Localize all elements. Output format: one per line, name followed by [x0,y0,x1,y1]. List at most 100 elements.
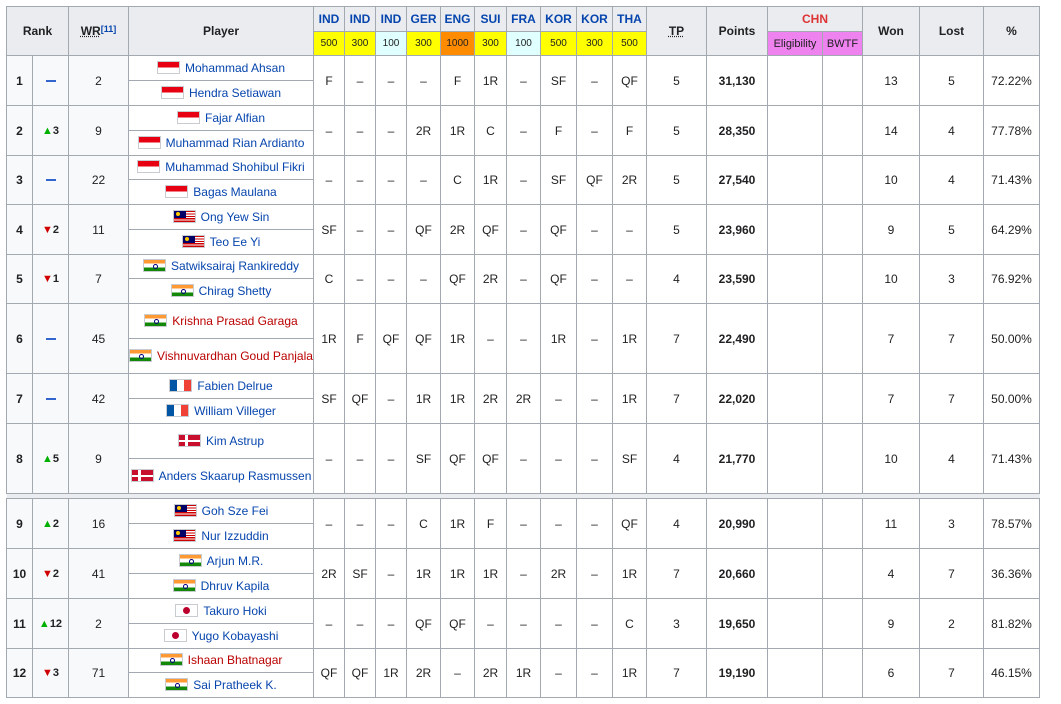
table-row: 11 ▲12 2 Takuro Hoki – – – QF QF – – – – C 3 19,650 9 2 81… [6,598,1040,649]
won-header[interactable]: Won [862,6,920,56]
player-name-link[interactable]: Fabien Delrue [197,379,272,393]
world-ranking-cell: 42 [68,373,129,424]
points-header[interactable]: Points [706,6,768,56]
result-cell: – [474,303,507,374]
flag-idn-icon [137,135,161,149]
points-cell: 27,540 [706,155,768,205]
pct-header[interactable]: % [983,6,1040,56]
result-cell: – [540,598,577,649]
rank-cell: 9 [6,498,33,549]
player-name-link[interactable]: Mohammad Ahsan [185,61,285,75]
result-cell: – [344,423,376,494]
world-ranking-cell: 2 [68,598,129,649]
player-cell: Muhammad Rian Ardianto [128,130,314,156]
player-name-link[interactable]: William Villeger [194,404,276,418]
rank-header[interactable]: Rank [6,6,69,56]
rank-up-arrow-icon: ▲ [41,452,53,465]
no-change-icon [45,79,56,82]
flag-ind-icon [170,283,194,297]
player-name-link[interactable]: Ong Yew Sin [201,210,270,224]
result-cell: C [474,105,507,156]
table-row: 8 ▲5 9 Kim Astrup – – – SF QF QF – – – SF 4 21,770 10 4 71… [6,423,1040,494]
result-cell: F [440,55,475,106]
result-cell: – [375,498,407,549]
player-name-link[interactable]: Satwiksairaj Rankireddy [171,259,299,273]
result-cell: 1R [540,303,577,374]
player-name-link[interactable]: Yugo Kobayashi [192,629,279,643]
wr-header[interactable]: WR[11] [68,6,129,56]
chn-eligibility-cell [767,105,823,156]
player-name-link[interactable]: Anders Skaarup Rasmussen [159,469,312,483]
result-cell: C [406,498,441,549]
result-cell: – [506,155,541,205]
lost-cell: 5 [919,55,984,106]
player-name-link[interactable]: Krishna Prasad Garaga [172,314,297,328]
result-cell: F [612,105,647,156]
player-name-link[interactable]: Goh Sze Fei [202,504,269,518]
player-cell: Bagas Maulana [128,179,314,205]
player-name-link[interactable]: Muhammad Shohibul Fikri [165,160,304,174]
result-cell: – [506,55,541,106]
player-name-link[interactable]: Teo Ee Yi [210,235,261,249]
player-name-link[interactable]: Vishnuvardhan Goud Panjala [157,349,312,363]
chn-eligibility-cell [767,254,823,304]
player-name-link[interactable]: Ishaan Bhatnagar [188,653,283,667]
world-ranking-cell: 7 [68,254,129,304]
player-name-link[interactable]: Chirag Shetty [199,284,272,298]
tournament-header[interactable]: IND [344,6,376,32]
wr-header-label[interactable]: WR [81,24,101,38]
player-name-link[interactable]: Kim Astrup [206,434,264,448]
win-percentage-cell: 71.43% [983,423,1040,494]
flag-jpn-icon [163,628,187,642]
tp-header[interactable]: TP [646,6,707,56]
lost-header[interactable]: Lost [919,6,984,56]
tournament-header[interactable]: ENG [440,6,475,32]
won-cell: 7 [862,303,920,374]
tournament-header[interactable]: IND [313,6,345,32]
chn-header[interactable]: CHN [767,6,863,32]
result-cell: – [344,598,376,649]
rank-cell: 5 [6,254,33,304]
rank-cell: 6 [6,303,33,374]
player-name-link[interactable]: Bagas Maulana [193,185,276,199]
flag-ind-icon [172,578,196,592]
flag-fra-icon [169,378,193,392]
rank-change-value: 2 [52,223,59,236]
player-name-link[interactable]: Nur Izzuddin [201,529,268,543]
result-cell: – [344,204,376,255]
wr-reference-link[interactable]: [11] [101,24,117,34]
world-ranking-cell: 41 [68,548,129,599]
tp-header-label[interactable]: TP [669,24,684,38]
player-cell: Goh Sze Fei [128,498,314,524]
rank-cell: 8 [6,423,33,494]
result-cell: QF [540,204,577,255]
player-name-link[interactable]: Takuro Hoki [203,604,266,618]
player-header[interactable]: Player [128,6,314,56]
rank-change-cell [32,373,69,424]
player-name-link[interactable]: Sai Pratheek K. [193,678,276,692]
player-name-link[interactable]: Fajar Alfian [205,111,265,125]
tournament-header[interactable]: KOR [540,6,577,32]
tournament-header[interactable]: THA [612,6,647,32]
tournament-header[interactable]: IND [375,6,407,32]
rank-change-value: 3 [52,667,59,679]
tournament-header[interactable]: FRA [506,6,541,32]
tournament-header[interactable]: SUI [474,6,507,32]
flag-idn-icon [160,85,184,99]
tournament-header[interactable]: KOR [576,6,613,32]
tournament-level: 500 [612,31,647,56]
player-name-link[interactable]: Dhruv Kapila [201,579,270,593]
tournament-header[interactable]: GER [406,6,441,32]
result-cell: 1R [474,55,507,106]
player-name-link[interactable]: Hendra Setiawan [189,86,281,100]
tournament-level: 500 [313,31,345,56]
result-cell: – [506,254,541,304]
result-cell: 2R [612,155,647,205]
table-row: 1 2 Mohammad Ahsan F – – – F 1R – SF – QF 5 31,130 13 5 7… [6,55,1040,106]
rank-change-value: 2 [52,567,59,580]
lost-cell: 7 [919,303,984,374]
player-name-link[interactable]: Muhammad Rian Ardianto [166,136,305,150]
flag-idn-icon [137,160,161,173]
player-name-link[interactable]: Arjun M.R. [207,554,264,568]
chn-bwtf-cell [822,254,863,304]
